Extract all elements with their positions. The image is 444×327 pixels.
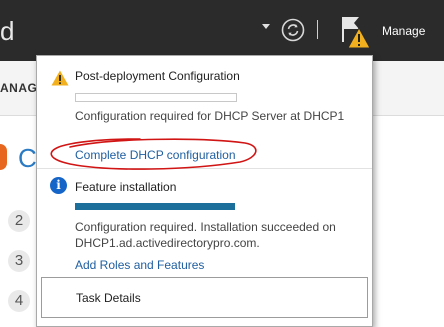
- background-heading-fragment: C: [18, 143, 37, 173]
- header-divider: [317, 20, 318, 39]
- feature-installation-message-line2: DHCP1.ad.activedirectorypro.com.: [75, 236, 260, 250]
- step-number-2[interactable]: 2: [8, 210, 30, 232]
- manage-menu[interactable]: Manage: [382, 24, 425, 38]
- add-roles-and-features-link[interactable]: Add Roles and Features: [75, 258, 204, 272]
- notifications-popup: Post-deployment Configuration Configurat…: [36, 55, 373, 327]
- notification-flag-icon[interactable]: [337, 14, 371, 50]
- info-icon: i: [50, 177, 67, 194]
- feature-installation-message-line1: Configuration required. Installation suc…: [75, 220, 336, 234]
- refresh-icon[interactable]: [281, 18, 305, 42]
- post-deployment-title: Post-deployment Configuration: [75, 69, 240, 83]
- task-details-label: Task Details: [76, 291, 141, 305]
- feature-installation-progress-bar: [75, 203, 235, 210]
- post-deployment-progress-bar: [75, 93, 237, 102]
- section-divider: [37, 168, 372, 169]
- post-deployment-message: Configuration required for DHCP Server a…: [75, 109, 345, 123]
- warning-icon: [51, 70, 69, 86]
- chevron-down-icon[interactable]: [262, 24, 270, 29]
- feature-installation-title: Feature installation: [75, 180, 177, 194]
- header-title-fragment: d: [0, 16, 15, 46]
- step-number-3[interactable]: 3: [8, 250, 30, 272]
- quickstart-orange-badge: [0, 144, 7, 170]
- warning-icon: [347, 26, 371, 49]
- top-header-bar: d Manage: [0, 0, 444, 61]
- task-details-button[interactable]: Task Details: [41, 277, 368, 318]
- complete-dhcp-configuration-link[interactable]: Complete DHCP configuration: [75, 148, 236, 162]
- step-number-4[interactable]: 4: [8, 290, 30, 312]
